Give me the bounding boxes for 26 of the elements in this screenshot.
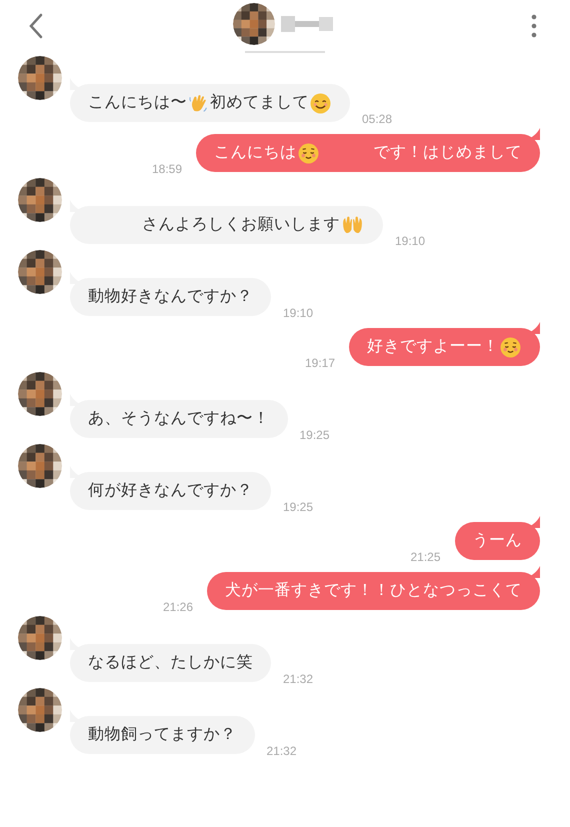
message-time: 21:25 bbox=[410, 549, 440, 566]
message-time: 19:10 bbox=[283, 305, 314, 322]
message-time: 19:25 bbox=[300, 427, 330, 444]
message-time: 19:10 bbox=[395, 233, 426, 250]
avatar bbox=[18, 688, 62, 732]
message-time: 21:32 bbox=[266, 743, 297, 760]
message-time: 05:28 bbox=[362, 111, 392, 128]
avatar bbox=[233, 3, 275, 45]
smiling-face-icon bbox=[310, 92, 331, 114]
message-time: 21:26 bbox=[162, 599, 193, 616]
message-time: 19:25 bbox=[283, 499, 314, 516]
avatar bbox=[18, 372, 62, 416]
message-time: 18:59 bbox=[152, 161, 182, 178]
more-dots-icon bbox=[531, 14, 537, 38]
message-time: 21:32 bbox=[283, 671, 314, 688]
message-time: 19:17 bbox=[304, 355, 335, 372]
avatar bbox=[18, 250, 62, 294]
waving-hand-icon bbox=[188, 92, 209, 114]
raised-hands-icon bbox=[341, 214, 364, 236]
avatar bbox=[18, 616, 62, 660]
avatar bbox=[18, 178, 62, 222]
avatar bbox=[18, 444, 62, 488]
blushing-face-icon bbox=[298, 142, 318, 164]
back-chevron-icon bbox=[29, 13, 43, 39]
blushing-face-icon bbox=[500, 336, 521, 358]
avatar bbox=[18, 56, 62, 100]
